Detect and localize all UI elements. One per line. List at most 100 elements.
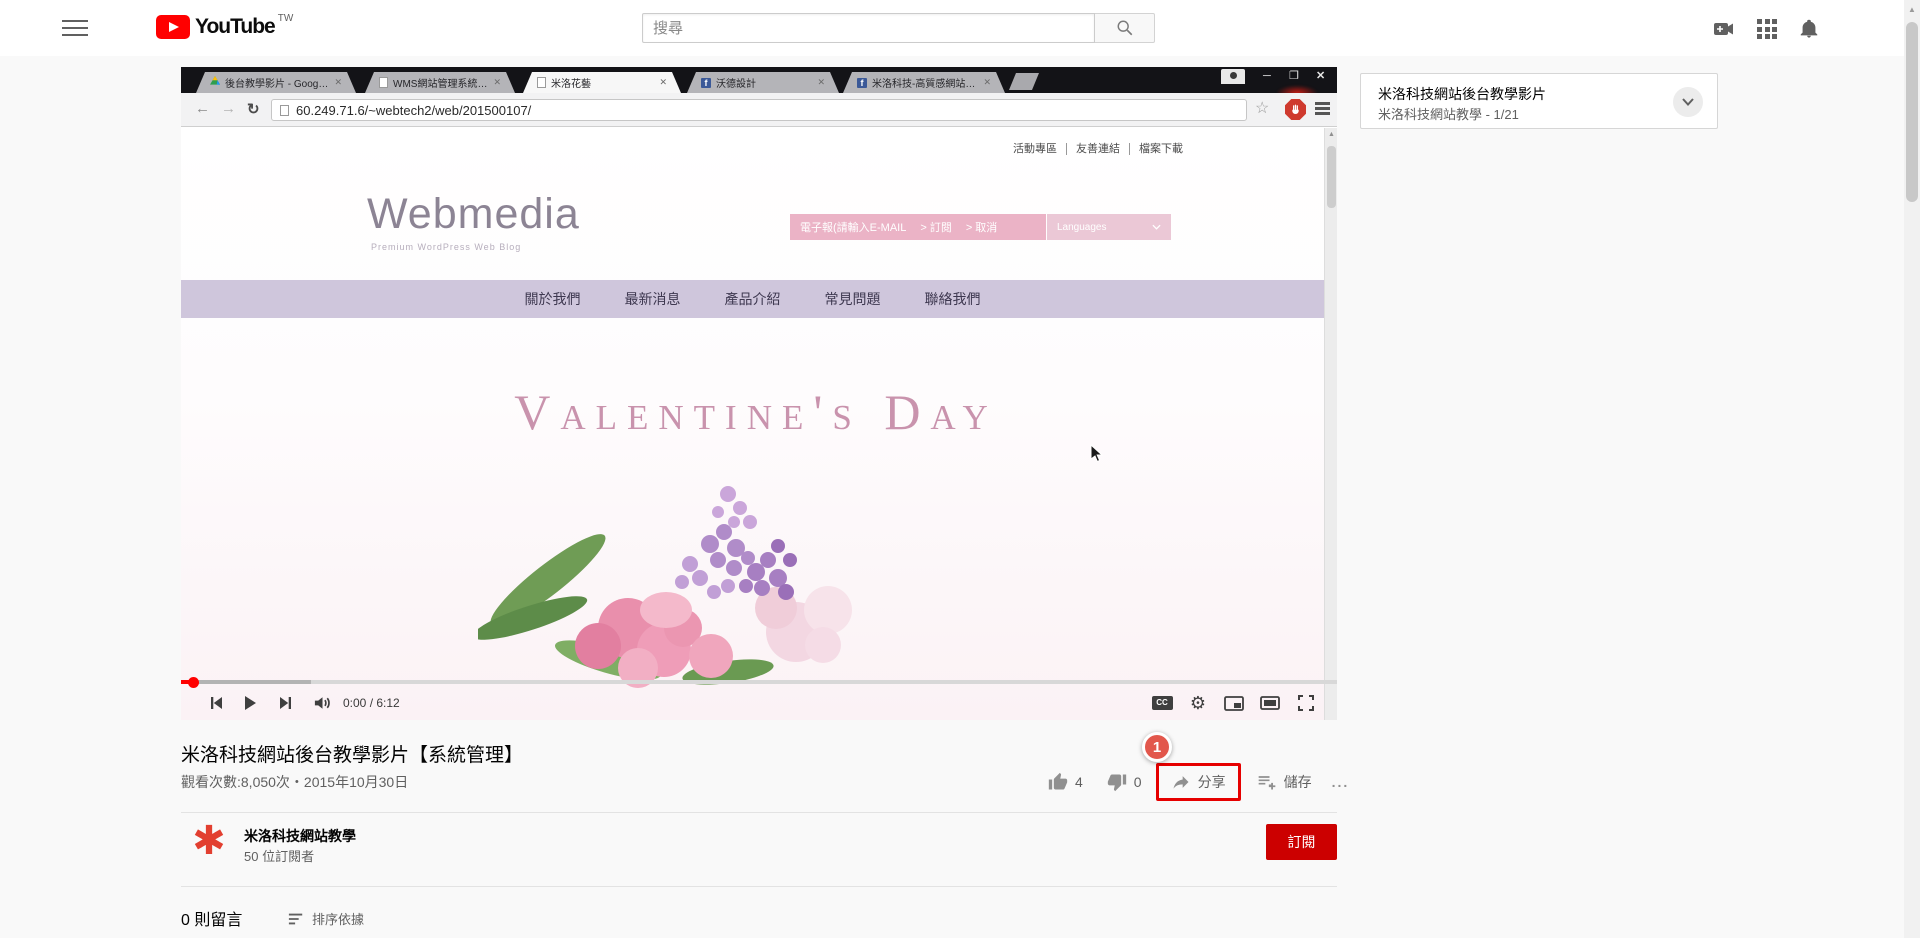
time-display: 0:00 / 6:12 bbox=[343, 696, 400, 710]
forward-icon: → bbox=[221, 100, 236, 117]
playlist-meta: 米洛科技網站教學 - 1/21 bbox=[1378, 104, 1519, 123]
webpage-scroll-up-icon: ▲ bbox=[1328, 131, 1335, 138]
mouse-cursor bbox=[1090, 444, 1103, 463]
annotation-badge: 1 bbox=[1142, 732, 1172, 762]
play-button[interactable] bbox=[237, 690, 263, 716]
scrubber-handle[interactable] bbox=[188, 677, 199, 688]
hero-title: Valentine's Day bbox=[514, 383, 998, 441]
sort-button[interactable]: 排序依據 bbox=[288, 909, 364, 928]
webpage-top-links: 活動專區友善連結檔案下載 bbox=[1004, 140, 1192, 156]
window-restore-icon: ❐ bbox=[1289, 69, 1299, 83]
thumb-up-icon bbox=[1048, 772, 1068, 792]
tab-close-icon: ✕ bbox=[817, 77, 825, 88]
logo-region: TW bbox=[278, 13, 294, 24]
progress-bar[interactable] bbox=[181, 680, 1337, 684]
facebook-icon: f bbox=[701, 78, 711, 88]
caret-down-icon bbox=[1152, 224, 1161, 230]
browser-profile-icon bbox=[1221, 69, 1245, 84]
adblock-extension-icon bbox=[1285, 99, 1306, 120]
save-button[interactable]: 儲存 bbox=[1257, 772, 1312, 792]
flowers-image bbox=[478, 460, 882, 692]
tab-close-icon: ✕ bbox=[493, 77, 501, 88]
subscriber-count: 50 位訂閱者 bbox=[244, 846, 314, 865]
apps-icon[interactable] bbox=[1756, 18, 1780, 42]
next-button[interactable] bbox=[273, 690, 299, 716]
like-button[interactable]: 4 bbox=[1048, 772, 1083, 792]
webpage-scroll-thumb bbox=[1327, 146, 1336, 208]
scrollbar-thumb[interactable] bbox=[1906, 22, 1918, 202]
browser-tab-5: f 米洛科技-高質感網站設計 ✕ bbox=[843, 72, 1005, 93]
youtube-logo[interactable]: YouTube TW bbox=[156, 15, 293, 39]
site-logo: Webmedia bbox=[367, 190, 580, 239]
page-icon bbox=[537, 77, 546, 88]
language-dropdown: Languages bbox=[1047, 214, 1171, 240]
tab-close-icon: ✕ bbox=[334, 77, 342, 88]
video-webpage: 活動專區友善連結檔案下載 Webmedia Premium WordPress … bbox=[181, 128, 1337, 720]
channel-name[interactable]: 米洛科技網站教學 bbox=[244, 826, 356, 846]
back-icon: ← bbox=[195, 100, 210, 117]
video-stats: 觀看次數:8,050次・2015年10月30日 bbox=[181, 772, 408, 792]
buffer-bar bbox=[181, 680, 311, 684]
share-button[interactable]: 分享 bbox=[1171, 772, 1226, 792]
notifications-icon[interactable] bbox=[1798, 17, 1822, 41]
site-tagline: Premium WordPress Web Blog bbox=[371, 242, 521, 252]
page-icon bbox=[280, 105, 289, 116]
browser-tab-1: 後台教學影片 - Google 雲 ✕ bbox=[196, 72, 356, 93]
comments-count: 0 則留言 bbox=[181, 906, 242, 930]
window-close-icon: ✕ bbox=[1316, 69, 1325, 83]
dislike-button[interactable]: 0 bbox=[1107, 772, 1142, 792]
site-nav: 關於我們 最新消息 產品介紹 常見問題 聯絡我們 bbox=[181, 280, 1324, 318]
like-count: 4 bbox=[1075, 774, 1083, 790]
google-drive-icon bbox=[210, 76, 220, 89]
playlist-panel: 米洛科技網站後台教學影片 米洛科技網站教學 - 1/21 bbox=[1360, 73, 1718, 129]
webpage-scrollbar: ▲ bbox=[1324, 128, 1337, 720]
video-player[interactable]: ─ ❐ ✕ 後台教學影片 - Google 雲 ✕ WMS網站管理系統-米洛 ✕… bbox=[181, 67, 1337, 720]
search-input[interactable] bbox=[642, 13, 1095, 43]
share-highlight-box: 分享 bbox=[1156, 763, 1241, 801]
share-label: 分享 bbox=[1198, 772, 1226, 792]
window-minimize-icon: ─ bbox=[1263, 69, 1271, 83]
channel-avatar[interactable]: ✱ bbox=[188, 820, 230, 862]
browser-tab-2: WMS網站管理系統-米洛 ✕ bbox=[365, 72, 515, 93]
video-browser-toolbar: ← → ↻ 60.249.71.6/~webtech2/web/20150010… bbox=[181, 93, 1337, 127]
theater-mode-button[interactable] bbox=[1257, 690, 1283, 716]
share-arrow-icon bbox=[1171, 772, 1191, 792]
bookmark-star-icon: ☆ bbox=[1255, 98, 1269, 118]
miniplayer-button[interactable] bbox=[1221, 690, 1247, 716]
action-bar: 4 0 分享 儲存 ... bbox=[1048, 763, 1349, 801]
tab-close-icon: ✕ bbox=[659, 77, 667, 88]
browser-menu-icon bbox=[1315, 102, 1330, 117]
newsletter-bar: 電子報(請輸入E-MAIL > 訂閱 > 取消 bbox=[790, 214, 1046, 240]
divider bbox=[181, 812, 1337, 813]
reload-icon: ↻ bbox=[247, 100, 260, 118]
create-video-icon[interactable] bbox=[1712, 17, 1736, 41]
sort-label: 排序依據 bbox=[312, 909, 364, 928]
divider bbox=[181, 886, 1337, 887]
search-icon bbox=[1116, 19, 1134, 37]
menu-icon[interactable] bbox=[62, 20, 88, 36]
subscribe-button[interactable]: 訂閱 bbox=[1266, 824, 1337, 860]
fullscreen-button[interactable] bbox=[1293, 690, 1319, 716]
scrollbar-up-icon[interactable]: ▲ bbox=[1908, 5, 1916, 14]
dislike-count: 0 bbox=[1134, 774, 1142, 790]
previous-button[interactable] bbox=[203, 690, 229, 716]
browser-tab-4: f 沃德設計 ✕ bbox=[687, 72, 839, 93]
facebook-icon: f bbox=[857, 78, 867, 88]
app-header: YouTube TW bbox=[0, 0, 1920, 56]
window-scrollbar[interactable]: ▲ bbox=[1904, 0, 1920, 938]
volume-button[interactable] bbox=[309, 690, 335, 716]
save-label: 儲存 bbox=[1284, 772, 1312, 792]
playlist-title[interactable]: 米洛科技網站後台教學影片 bbox=[1378, 84, 1546, 104]
chevron-down-icon bbox=[1682, 98, 1694, 106]
more-actions-icon[interactable]: ... bbox=[1332, 774, 1350, 790]
settings-gear-icon[interactable]: ⚙ bbox=[1185, 690, 1211, 716]
playlist-collapse-button[interactable] bbox=[1673, 87, 1703, 117]
video-title: 米洛科技網站後台教學影片【系統管理】 bbox=[181, 740, 523, 767]
search-button[interactable] bbox=[1095, 13, 1155, 43]
tab-close-icon: ✕ bbox=[983, 77, 991, 88]
captions-button[interactable]: CC bbox=[1149, 690, 1175, 716]
playlist-add-icon bbox=[1257, 772, 1277, 792]
address-bar: 60.249.71.6/~webtech2/web/201500107/ bbox=[271, 99, 1247, 121]
youtube-play-icon bbox=[156, 15, 190, 39]
browser-tab-3-active: 米洛花藝 ✕ bbox=[523, 72, 681, 93]
